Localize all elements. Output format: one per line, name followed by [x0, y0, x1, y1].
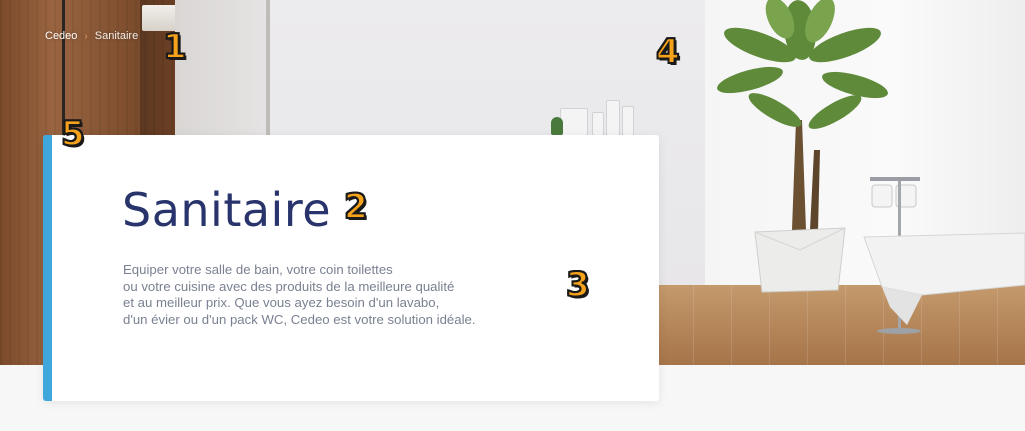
cactus-plant [551, 117, 563, 135]
page-description: Equiper votre salle de bain, votre coin … [123, 262, 603, 328]
card-accent-bar [43, 135, 52, 401]
breadcrumb-current: Sanitaire [94, 30, 139, 42]
annotation-marker: 5 [60, 114, 86, 154]
description-line: d'un évier ou d'un pack WC, Cedeo est vo… [123, 311, 476, 327]
annotation-marker: 2 [343, 187, 369, 227]
description-line: et au meilleur prix. Que vous ayez besoi… [123, 295, 440, 310]
breadcrumb: Cedeo › Sanitaire [45, 30, 138, 42]
page-title: Sanitaire [122, 183, 332, 237]
page: Cedeo › Sanitaire Sanitaire Equiper votr… [0, 0, 1025, 431]
breadcrumb-separator: › [84, 30, 88, 42]
breadcrumb-home-link[interactable]: Cedeo [45, 30, 77, 42]
toilet-illustration [863, 177, 1025, 334]
description-line: Equiper votre salle de bain, votre coin … [123, 262, 393, 277]
annotation-marker: 3 [565, 265, 591, 305]
annotation-marker: 4 [655, 32, 681, 72]
description-line: ou votre cuisine avec des produits de la… [123, 278, 455, 294]
annotation-marker: 1 [162, 27, 188, 67]
